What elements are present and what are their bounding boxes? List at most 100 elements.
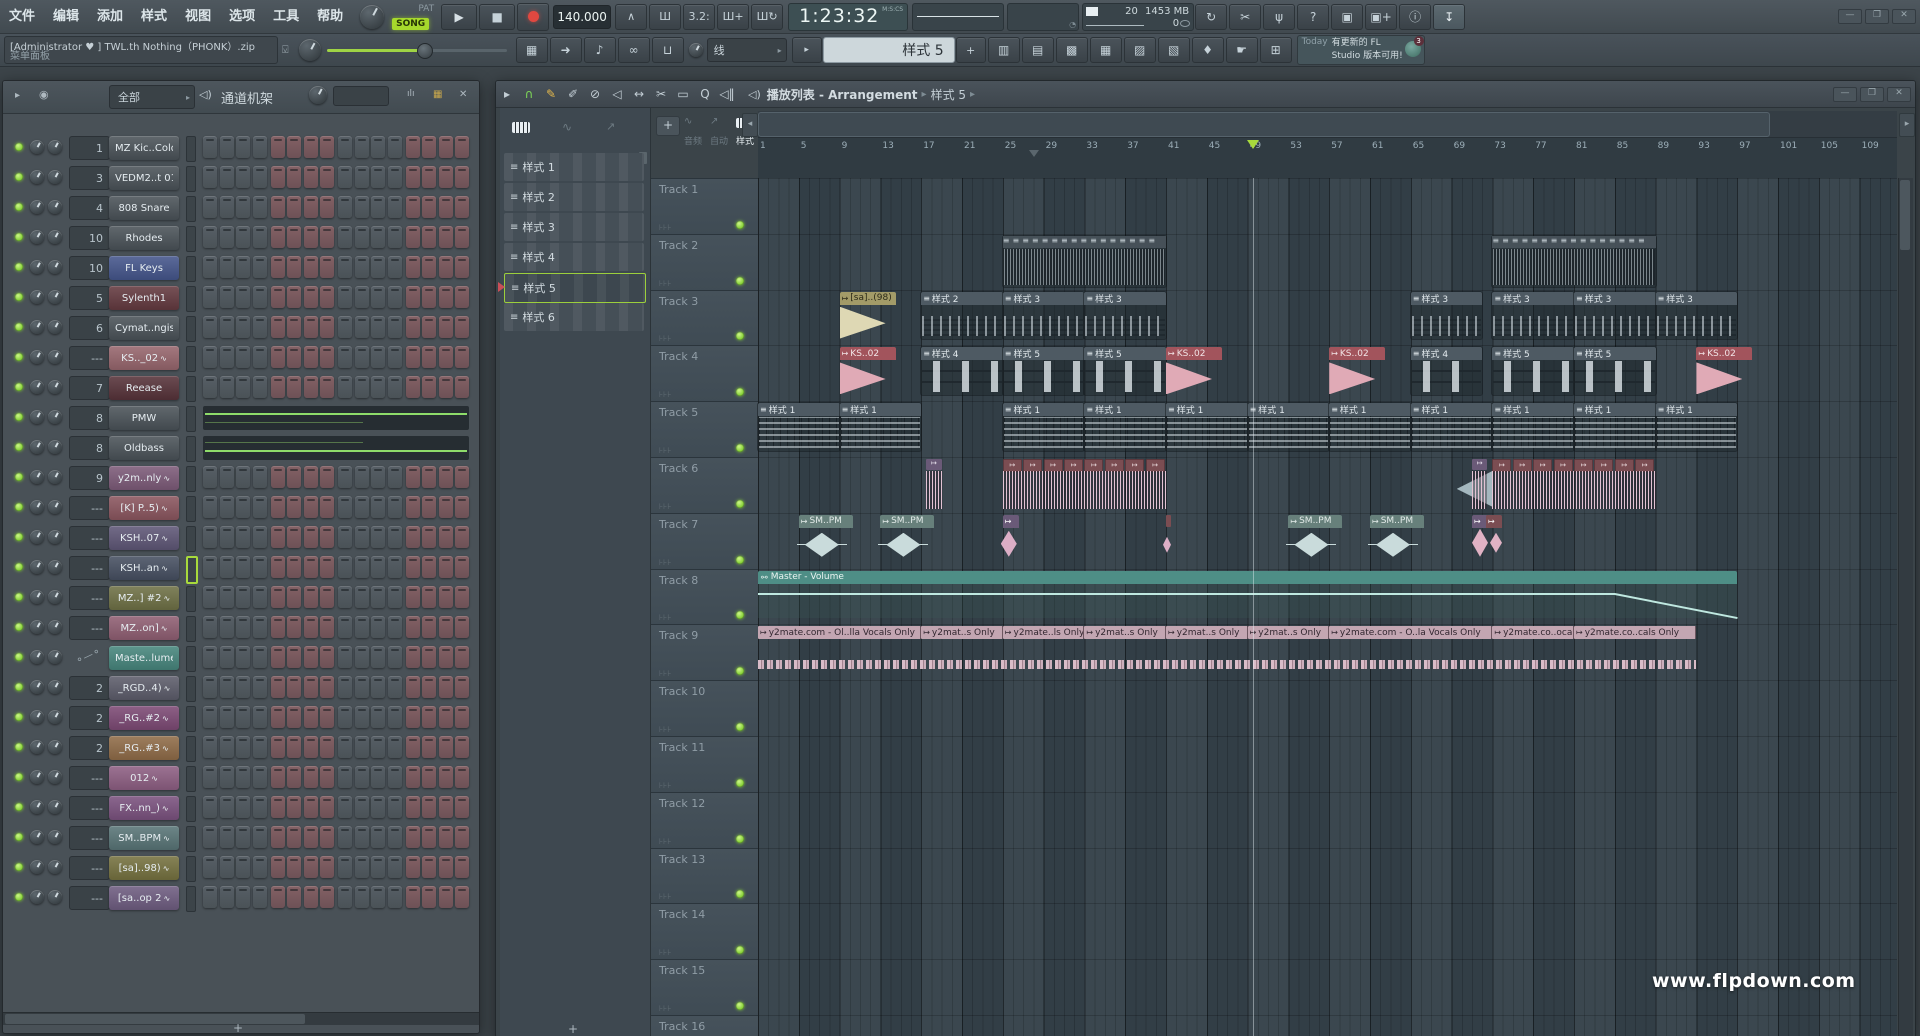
- step-8[interactable]: [320, 646, 334, 668]
- vocal-clip-3[interactable]: ↦y2mat..s Only: [1084, 626, 1166, 639]
- step-13[interactable]: [406, 886, 420, 908]
- channel-select-strip[interactable]: [186, 796, 196, 822]
- vocal-clip-2[interactable]: ↦y2mate..ls Only: [1003, 626, 1085, 639]
- channel-pan-knob[interactable]: [30, 680, 44, 694]
- step-7[interactable]: [304, 616, 318, 638]
- step-7[interactable]: [304, 826, 318, 848]
- step-15[interactable]: [439, 826, 453, 848]
- snap-knob[interactable]: [689, 43, 703, 57]
- delete-tool-icon[interactable]: ⊘: [584, 84, 606, 104]
- plugin-picker-button[interactable]: ♦: [1192, 37, 1224, 63]
- step-14[interactable]: [422, 526, 436, 548]
- step-6[interactable]: [287, 556, 301, 578]
- step-9[interactable]: [338, 556, 352, 578]
- wait-for-input-icon[interactable]: Ш: [649, 4, 681, 30]
- channel-target-box[interactable]: ---: [69, 766, 110, 790]
- slider-handle[interactable]: [417, 43, 433, 59]
- pattern-clip-Track 3-6[interactable]: ≡样式 3: [1574, 292, 1656, 340]
- step-5[interactable]: [271, 676, 285, 698]
- step-2[interactable]: [220, 736, 234, 758]
- step-9[interactable]: [338, 256, 352, 278]
- step-12[interactable]: [388, 556, 402, 578]
- step-12[interactable]: [388, 346, 402, 368]
- step-1[interactable]: [203, 526, 217, 548]
- pattern-clip-header[interactable]: ≡样式 3: [1656, 292, 1738, 305]
- step-5[interactable]: [271, 346, 285, 368]
- smart-find-button[interactable]: ♪: [584, 37, 616, 63]
- channel-button-VEDM2..t 018[interactable]: VEDM2..t 018: [109, 166, 179, 190]
- step-3[interactable]: [236, 556, 250, 578]
- step-9[interactable]: [338, 736, 352, 758]
- channel-led[interactable]: [15, 143, 23, 151]
- step-1[interactable]: [203, 376, 217, 398]
- step-16[interactable]: [455, 526, 469, 548]
- step-9[interactable]: [338, 706, 352, 728]
- step-14[interactable]: [422, 616, 436, 638]
- step-11[interactable]: [371, 586, 385, 608]
- step-10[interactable]: [355, 346, 369, 368]
- step-11[interactable]: [371, 676, 385, 698]
- step-4[interactable]: [253, 316, 267, 338]
- slip-tool-icon[interactable]: ✎: [540, 84, 562, 104]
- step-7[interactable]: [304, 586, 318, 608]
- overdub-icon[interactable]: Ш+: [717, 4, 749, 30]
- step-11[interactable]: [371, 556, 385, 578]
- channel-pan-knob[interactable]: [30, 770, 44, 784]
- channel-button-Cymat..ngis)[interactable]: Cymat..ngis): [109, 316, 179, 340]
- snap-selector[interactable]: 线▸: [707, 38, 787, 62]
- pattern-clip-Track 4-8[interactable]: ≡样式 5: [1574, 347, 1656, 395]
- step-15[interactable]: [439, 886, 453, 908]
- channel-button-Maste..lume[interactable]: Maste..lume: [109, 646, 179, 670]
- menu-item-3[interactable]: 样式: [132, 0, 176, 33]
- channel-select-strip[interactable]: [186, 346, 196, 372]
- channel-volume-knob[interactable]: [48, 830, 62, 844]
- pattern-selector[interactable]: 样式 5: [823, 37, 955, 63]
- step-4[interactable]: [253, 556, 267, 578]
- step-8[interactable]: [320, 196, 334, 218]
- step-7[interactable]: [304, 196, 318, 218]
- channel-volume-knob[interactable]: [48, 500, 62, 514]
- channel-pan-knob[interactable]: [30, 560, 44, 574]
- step-2[interactable]: [220, 766, 234, 788]
- channel-volume-knob[interactable]: [48, 440, 62, 454]
- channel-led[interactable]: [15, 173, 23, 181]
- step-16[interactable]: [455, 346, 469, 368]
- step-10[interactable]: [355, 496, 369, 518]
- step-13[interactable]: [406, 706, 420, 728]
- step-7[interactable]: [304, 766, 318, 788]
- step-8[interactable]: [320, 256, 334, 278]
- step-5[interactable]: [271, 286, 285, 308]
- step-4[interactable]: [253, 736, 267, 758]
- step-4[interactable]: [253, 646, 267, 668]
- step-1[interactable]: [203, 226, 217, 248]
- step-5[interactable]: [271, 526, 285, 548]
- step-8[interactable]: [320, 886, 334, 908]
- channel-volume-knob[interactable]: [48, 890, 62, 904]
- step-1[interactable]: [203, 826, 217, 848]
- channel-button-MZ..] #2[interactable]: MZ..] #2∿: [109, 586, 179, 610]
- channel-volume-knob[interactable]: [48, 530, 62, 544]
- channel-pan-knob[interactable]: [30, 140, 44, 154]
- step-10[interactable]: [355, 136, 369, 158]
- channel-volume-knob[interactable]: [48, 230, 62, 244]
- channel-button-Reease[interactable]: Reease: [109, 376, 179, 400]
- menu-item-4[interactable]: 视图: [176, 0, 220, 33]
- step-5[interactable]: [271, 256, 285, 278]
- pattern-clip-Track 3-3[interactable]: ≡样式 3: [1084, 292, 1166, 340]
- channel-target-box[interactable]: ---: [69, 346, 110, 370]
- step-5[interactable]: [271, 136, 285, 158]
- step-14[interactable]: [422, 196, 436, 218]
- step-13[interactable]: [406, 376, 420, 398]
- channel-target-box[interactable]: ---: [69, 586, 110, 610]
- rack-swing-knob[interactable]: [309, 86, 327, 104]
- step-9[interactable]: [338, 286, 352, 308]
- step-3[interactable]: [236, 196, 250, 218]
- vocal-clip-8[interactable]: ↦y2mate.co..cals Only: [1574, 626, 1696, 639]
- step-1[interactable]: [203, 706, 217, 728]
- step-7[interactable]: [304, 346, 318, 368]
- step-7[interactable]: [304, 526, 318, 548]
- step-7[interactable]: [304, 166, 318, 188]
- channel-rack-button[interactable]: ▦: [1090, 37, 1122, 63]
- channel-button-SM..BPM[interactable]: SM..BPM∿: [109, 826, 179, 850]
- cut-icon[interactable]: ✂: [1229, 4, 1261, 30]
